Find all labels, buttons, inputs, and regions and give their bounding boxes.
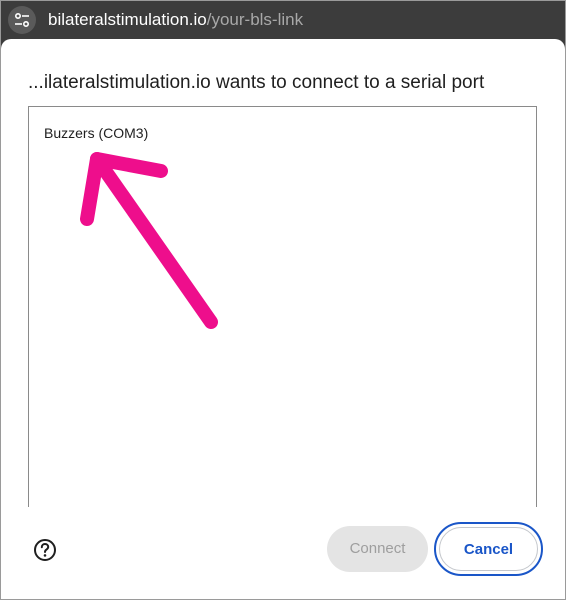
browser-window: bilateralstimulation.io/your-bls-link ..… [0,0,566,600]
cancel-button[interactable]: Cancel [434,522,543,576]
url-text[interactable]: bilateralstimulation.io/your-bls-link [48,9,303,31]
help-button[interactable] [33,538,57,562]
serial-port-chooser-dialog: ...ilateralstimulation.io wants to conne… [1,39,565,599]
cancel-button-label: Cancel [439,527,538,571]
site-info-button[interactable] [8,6,36,34]
url-path: /your-bls-link [206,10,304,29]
connect-button[interactable]: Connect [327,526,428,572]
address-bar[interactable]: bilateralstimulation.io/your-bls-link [1,1,565,39]
tune-icon [14,12,30,28]
arrow-icon [80,152,218,329]
help-icon [34,539,56,561]
dialog-title: ...ilateralstimulation.io wants to conne… [28,72,485,93]
url-domain: bilateralstimulation.io [48,10,207,29]
